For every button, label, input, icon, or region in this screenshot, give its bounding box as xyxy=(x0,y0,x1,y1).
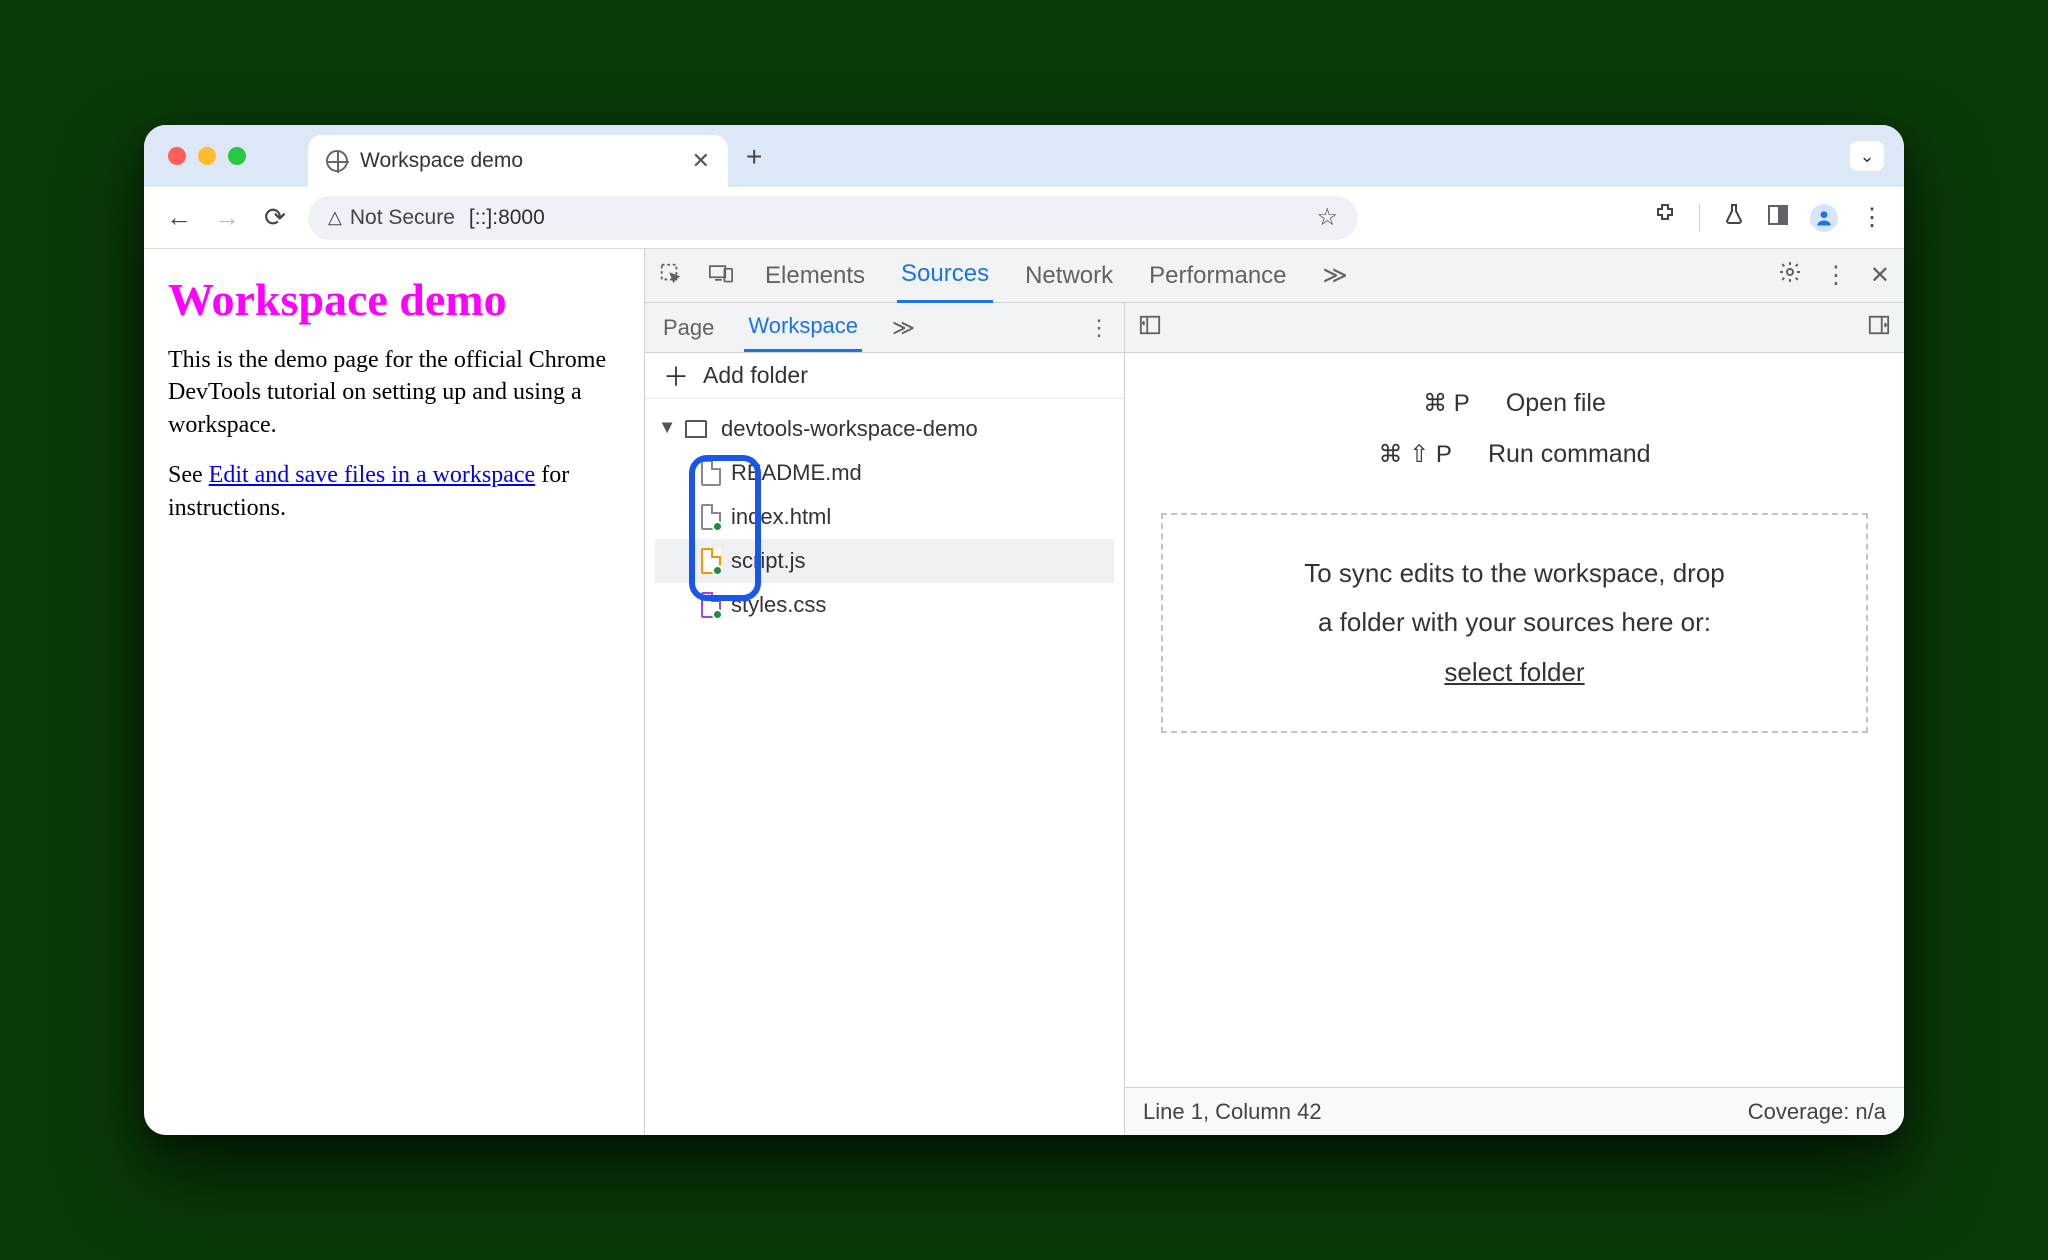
add-folder-button[interactable]: ＋ Add folder xyxy=(645,353,1124,399)
file-icon xyxy=(701,460,721,486)
browser-window: Workspace demo ✕ + ⌄ ← → ⟳ △ Not Secure … xyxy=(144,125,1904,1135)
folder-name: devtools-workspace-demo xyxy=(721,416,978,442)
divider xyxy=(1699,205,1700,231)
titlebar: Workspace demo ✕ + ⌄ xyxy=(144,125,1904,187)
tree-file-styles[interactable]: styles.css xyxy=(655,583,1114,627)
editor-toolbar xyxy=(1125,303,1904,353)
plus-icon: ＋ xyxy=(663,357,689,394)
dropzone-line-2: a folder with your sources here or: xyxy=(1193,598,1836,647)
tab-close-icon[interactable]: ✕ xyxy=(692,148,710,174)
back-button[interactable]: ← xyxy=(164,202,194,233)
file-icon xyxy=(701,592,721,618)
show-debugger-icon[interactable] xyxy=(1868,314,1890,342)
devtools-menu-icon[interactable]: ⋮ xyxy=(1824,261,1848,290)
page-paragraph-2: See Edit and save files in a workspace f… xyxy=(168,459,620,524)
tree-file-readme[interactable]: README.md xyxy=(655,451,1114,495)
mapped-dot-icon xyxy=(712,565,723,576)
navigator-menu-icon[interactable]: ⋮ xyxy=(1088,315,1110,341)
experiments-icon[interactable] xyxy=(1722,202,1746,233)
titlebar-right: ⌄ xyxy=(1850,141,1884,171)
rendered-page: Workspace demo This is the demo page for… xyxy=(144,249,644,1135)
hint-keys: ⌘ P xyxy=(1423,389,1470,418)
file-name: styles.css xyxy=(731,592,826,618)
bookmark-star-icon[interactable]: ☆ xyxy=(1316,203,1338,232)
page-heading: Workspace demo xyxy=(168,273,620,326)
device-toggle-icon[interactable] xyxy=(709,262,733,290)
maximize-window-button[interactable] xyxy=(228,147,246,165)
dropzone-line-1: To sync edits to the workspace, drop xyxy=(1193,549,1836,598)
cursor-position: Line 1, Column 42 xyxy=(1143,1099,1322,1125)
not-secure-label: Not Secure xyxy=(350,206,455,230)
hint-label: Run command xyxy=(1488,440,1651,469)
file-icon xyxy=(701,548,721,574)
devtools-tab-strip: Elements Sources Network Performance ≫ ⋮… xyxy=(645,249,1904,303)
tab-performance[interactable]: Performance xyxy=(1145,250,1290,302)
p2-prefix: See xyxy=(168,462,209,488)
select-folder-link[interactable]: select folder xyxy=(1444,657,1584,687)
tab-network[interactable]: Network xyxy=(1021,250,1117,302)
globe-icon xyxy=(326,150,348,172)
subtabs-overflow[interactable]: ≫ xyxy=(888,305,919,351)
navigator-tabs: Page Workspace ≫ ⋮ xyxy=(645,303,1124,353)
tree-folder-root[interactable]: ▶ devtools-workspace-demo xyxy=(655,407,1114,451)
hint-label: Open file xyxy=(1506,389,1606,418)
tab-elements[interactable]: Elements xyxy=(761,250,869,302)
tree-file-script[interactable]: script.js xyxy=(655,539,1114,583)
coverage-status: Coverage: n/a xyxy=(1748,1099,1886,1125)
tab-title: Workspace demo xyxy=(360,149,523,173)
workspace-dropzone[interactable]: To sync edits to the workspace, drop a f… xyxy=(1161,513,1868,733)
file-tree: ▶ devtools-workspace-demo README.md inde… xyxy=(645,399,1124,635)
warning-icon: △ xyxy=(328,207,342,228)
side-panel-icon[interactable] xyxy=(1768,204,1788,232)
tab-search-button[interactable]: ⌄ xyxy=(1850,141,1884,171)
mapped-dot-icon xyxy=(712,609,723,620)
add-folder-label: Add folder xyxy=(703,362,808,389)
tabs-overflow[interactable]: ≫ xyxy=(1319,249,1352,302)
browser-tab[interactable]: Workspace demo ✕ xyxy=(308,135,728,187)
sources-navigator: Page Workspace ≫ ⋮ ＋ Add folder ▶ devtoo xyxy=(645,303,1125,1135)
file-name: index.html xyxy=(731,504,831,530)
sources-main: ⌘ P Open file ⌘ ⇧ P Run command To sync … xyxy=(1125,303,1904,1135)
extensions-icon[interactable] xyxy=(1653,202,1677,233)
page-paragraph-1: This is the demo page for the official C… xyxy=(168,344,620,441)
subtab-page[interactable]: Page xyxy=(659,305,718,351)
subtab-workspace[interactable]: Workspace xyxy=(744,303,862,352)
reload-button[interactable]: ⟳ xyxy=(260,202,290,233)
editor-statusbar: Line 1, Column 42 Coverage: n/a xyxy=(1125,1087,1904,1135)
settings-gear-icon[interactable] xyxy=(1778,260,1802,291)
devtools-panel: Elements Sources Network Performance ≫ ⋮… xyxy=(644,249,1904,1135)
close-window-button[interactable] xyxy=(168,147,186,165)
browser-menu-icon[interactable]: ⋮ xyxy=(1860,203,1884,232)
file-name: README.md xyxy=(731,460,862,486)
profile-avatar[interactable] xyxy=(1810,204,1838,232)
mapped-dot-icon xyxy=(712,521,723,532)
omnibox[interactable]: △ Not Secure [::]:8000 ☆ xyxy=(308,196,1358,240)
tutorial-link[interactable]: Edit and save files in a workspace xyxy=(209,462,536,488)
tab-sources[interactable]: Sources xyxy=(897,248,993,303)
security-indicator[interactable]: △ Not Secure xyxy=(328,206,455,230)
file-name: script.js xyxy=(731,548,806,574)
content-area: Workspace demo This is the demo page for… xyxy=(144,249,1904,1135)
tree-file-index[interactable]: index.html xyxy=(655,495,1114,539)
forward-button[interactable]: → xyxy=(212,202,242,233)
minimize-window-button[interactable] xyxy=(198,147,216,165)
file-icon xyxy=(701,504,721,530)
window-controls xyxy=(168,147,246,165)
quick-open-hints: ⌘ P Open file ⌘ ⇧ P Run command xyxy=(1125,353,1904,469)
devtools-body: Page Workspace ≫ ⋮ ＋ Add folder ▶ devtoo xyxy=(645,303,1904,1135)
hint-open-file: ⌘ P Open file xyxy=(1423,389,1606,418)
hint-keys: ⌘ ⇧ P xyxy=(1378,440,1451,469)
url-text: [::]:8000 xyxy=(469,206,545,230)
address-bar: ← → ⟳ △ Not Secure [::]:8000 ☆ ⋮ xyxy=(144,187,1904,249)
show-navigator-icon[interactable] xyxy=(1139,314,1161,342)
devtools-close-icon[interactable]: ✕ xyxy=(1870,261,1890,290)
inspect-icon[interactable] xyxy=(659,262,681,290)
toolbar-icons: ⋮ xyxy=(1653,202,1884,233)
triangle-icon: ▶ xyxy=(660,422,677,436)
new-tab-button[interactable]: + xyxy=(746,141,762,173)
folder-icon xyxy=(685,420,707,438)
hint-run-command: ⌘ ⇧ P Run command xyxy=(1378,440,1650,469)
